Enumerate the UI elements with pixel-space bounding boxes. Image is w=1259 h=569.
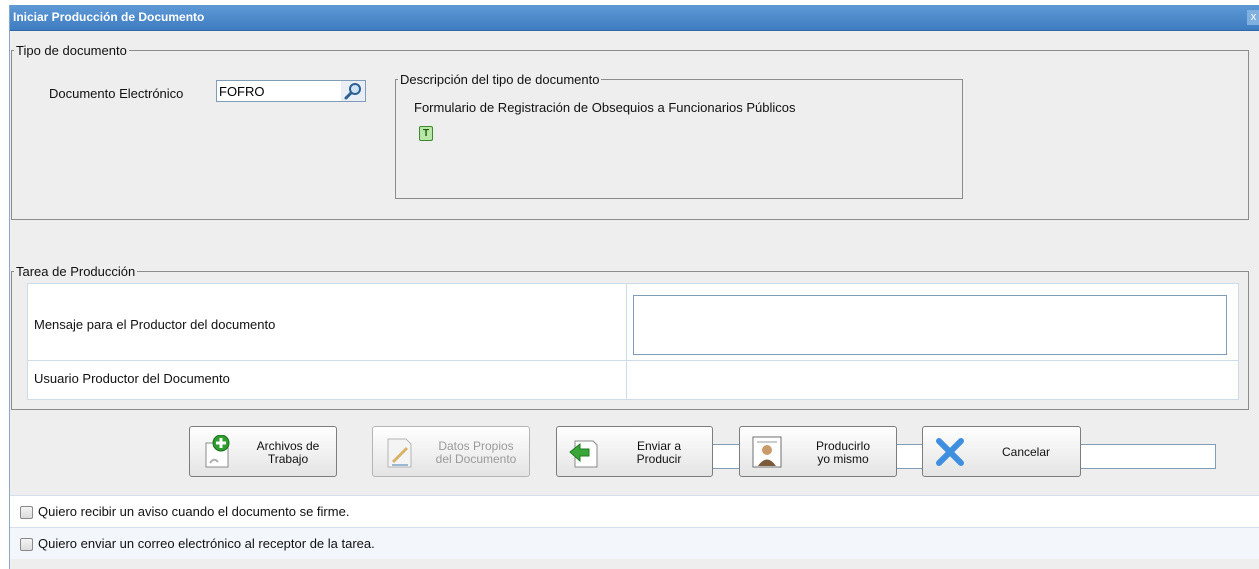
usuario-label: Usuario Productor del Documento (34, 371, 230, 386)
descripcion-tipo-legend: Descripción del tipo de documento (400, 72, 600, 87)
tarea-produccion-legend: Tarea de Producción (16, 264, 136, 279)
aviso-label[interactable]: Quiero recibir un aviso cuando el docume… (38, 504, 349, 519)
add-document-icon (205, 435, 230, 468)
dialog-title: Iniciar Producción de Documento (13, 10, 205, 24)
options-panel: Quiero recibir un aviso cuando el docume… (10, 495, 1259, 559)
archivos-label-line1: Archivos de (256, 439, 320, 453)
documento-electronico-label: Documento Electrónico (49, 86, 184, 101)
aviso-checkbox[interactable] (20, 506, 33, 519)
documento-electronico-input[interactable] (217, 81, 341, 101)
cancel-x-icon (936, 438, 964, 466)
descripcion-tipo-group: Descripción del tipo de documento (395, 72, 963, 199)
enviar-label-line1: Enviar a (636, 439, 682, 453)
aviso-option[interactable]: Quiero recibir un aviso cuando el docume… (10, 495, 1259, 527)
datos-propios-button[interactable]: Datos Propios del Documento (372, 426, 530, 477)
archivos-trabajo-button[interactable]: Archivos de Trabajo (189, 426, 337, 477)
documento-electronico-field (216, 80, 366, 102)
mensaje-label: Mensaje para el Productor del documento (34, 317, 276, 332)
archivos-label-line2: Trabajo (267, 452, 309, 466)
descripcion-tipo-text: Formulario de Registración de Obsequios … (414, 100, 796, 115)
producirlo-label-line1: Producirlo (815, 439, 871, 453)
search-icon[interactable] (341, 81, 365, 101)
user-document-icon (752, 436, 782, 468)
cancelar-button[interactable]: Cancelar (922, 426, 1081, 477)
table-row: Usuario Productor del Documento (28, 361, 1238, 469)
enviar-producir-button[interactable]: Enviar a Producir (556, 426, 713, 477)
title-bar[interactable]: Iniciar Producción de Documento x (10, 5, 1259, 31)
tarea-table: Mensaje para el Productor del documento … (27, 283, 1239, 469)
column-divider (626, 284, 627, 399)
mensaje-textarea[interactable] (633, 295, 1227, 355)
edit-document-icon (387, 438, 412, 468)
send-document-icon (569, 440, 598, 468)
producirlo-label-line2: yo mismo (817, 452, 869, 466)
producirlo-yo-mismo-button[interactable]: Producirlo yo mismo (739, 426, 897, 477)
correo-checkbox[interactable] (20, 538, 33, 551)
close-button[interactable]: x (1247, 10, 1259, 25)
correo-label[interactable]: Quiero enviar un correo electrónico al r… (38, 536, 375, 551)
cancelar-label: Cancelar (1001, 445, 1051, 459)
table-row: Mensaje para el Productor del documento (28, 284, 1238, 361)
datos-label-line2: del Documento (435, 452, 517, 466)
datos-label-line1: Datos Propios (438, 439, 514, 453)
tipo-documento-legend: Tipo de documento (16, 43, 127, 58)
template-type-icon: T (419, 126, 433, 141)
correo-option[interactable]: Quiero enviar un correo electrónico al r… (10, 527, 1259, 559)
enviar-label-line2: Producir (636, 452, 682, 466)
